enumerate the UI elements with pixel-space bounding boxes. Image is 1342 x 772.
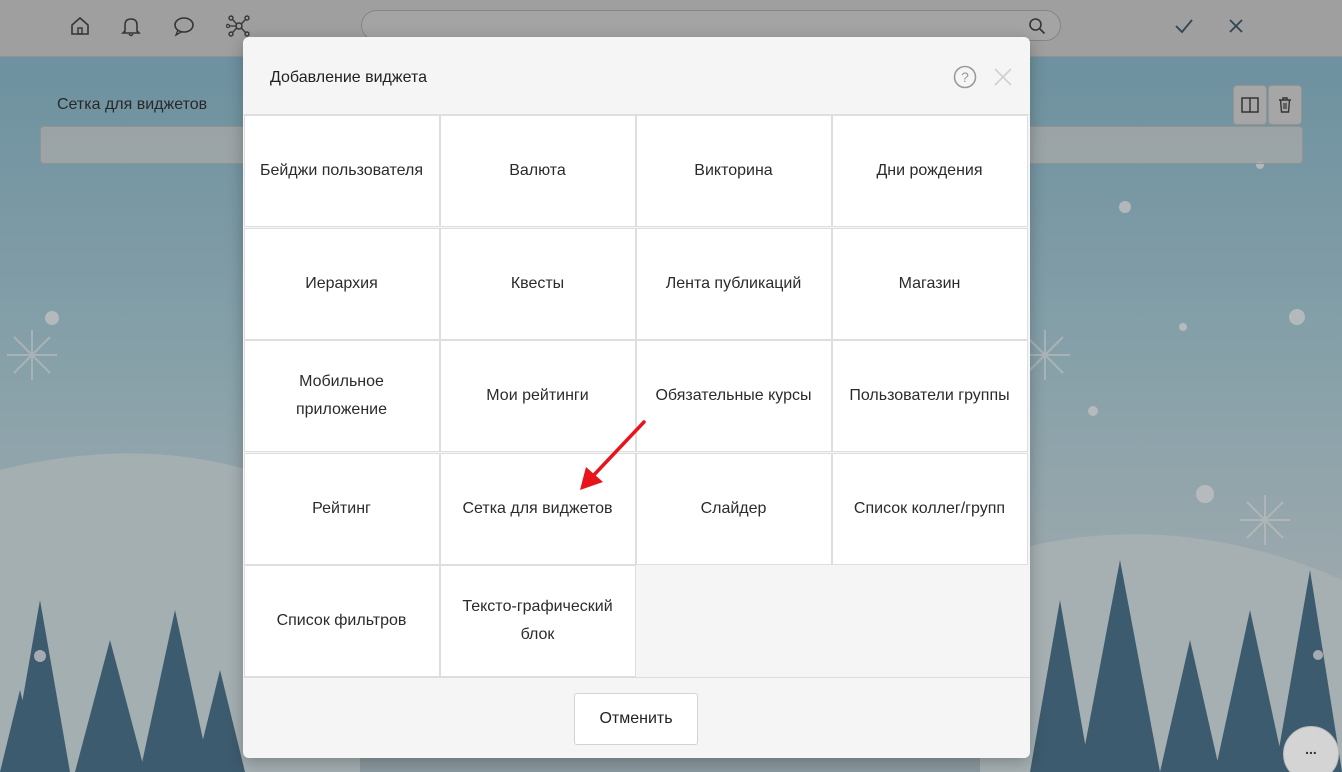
widget-option-label: Квесты [510, 274, 565, 292]
widget-option-label: Пользователи группы [849, 387, 1010, 404]
widget-option-label: Мои рейтинги [486, 387, 589, 404]
more-label: ... [1305, 741, 1317, 757]
svg-text:?: ? [961, 69, 969, 85]
add-widget-dialog: Добавление виджета ? Бейджи пользователя… [243, 37, 1030, 758]
widget-option[interactable]: Дни рождения [831, 115, 1028, 227]
widget-option-label: Список коллег/групп [853, 499, 1006, 517]
widget-option[interactable]: Магазин [831, 227, 1028, 340]
close-icon[interactable] [993, 67, 1013, 87]
widget-option[interactable]: Список фильтров [243, 565, 440, 677]
widget-option[interactable]: Слайдер [635, 452, 832, 565]
widget-option[interactable]: Рейтинг [243, 452, 440, 565]
dialog-title: Добавление виджета [270, 69, 427, 86]
widget-option-label: Список фильтров [276, 612, 407, 629]
widget-option[interactable]: Бейджи пользователя [243, 115, 440, 227]
widget-option[interactable]: Иерархия [243, 227, 440, 340]
widget-option-label: Иерархия [305, 274, 378, 292]
widget-option-label: Слайдер [700, 499, 767, 517]
widget-option-label: Рейтинг [312, 499, 371, 517]
widget-option[interactable]: Пользователи группы [831, 340, 1028, 452]
help-icon[interactable]: ? [953, 65, 977, 89]
widget-option[interactable]: Список коллег/групп [831, 452, 1028, 565]
widget-option[interactable]: Мобильное приложение [243, 340, 440, 452]
widget-option[interactable]: Лента публикаций [635, 227, 832, 340]
widget-option-label: Мобильное приложение [295, 373, 387, 418]
widget-option-label: Магазин [898, 274, 961, 292]
widget-option[interactable]: Валюта [439, 115, 636, 227]
widget-option-label: Викторина [694, 162, 773, 179]
widget-grid: Бейджи пользователя Валюта Викторина Дни ро… [243, 114, 1030, 677]
widget-option-label: Лента публикаций [665, 274, 802, 292]
widget-option[interactable]: Обязательные курсы [635, 340, 832, 452]
widget-option[interactable]: Текстo-графический блок [439, 565, 636, 677]
widget-option-label: Обязательные курсы [655, 387, 812, 404]
widget-option-label: Бейджи пользователя [259, 162, 424, 179]
widget-option-label: Дни рождения [876, 162, 983, 179]
cancel-button[interactable]: Отменить [574, 693, 698, 745]
widget-option[interactable]: Викторина [635, 115, 832, 227]
widget-option[interactable]: Квесты [439, 227, 636, 340]
dialog-header: Добавление виджета ? [243, 37, 1030, 114]
widget-option-label: Валюта [509, 162, 566, 179]
widget-option-label: Текстo-графический блок [462, 598, 613, 643]
annotation-arrow [580, 420, 646, 490]
dialog-footer: Отменить [243, 677, 1030, 758]
